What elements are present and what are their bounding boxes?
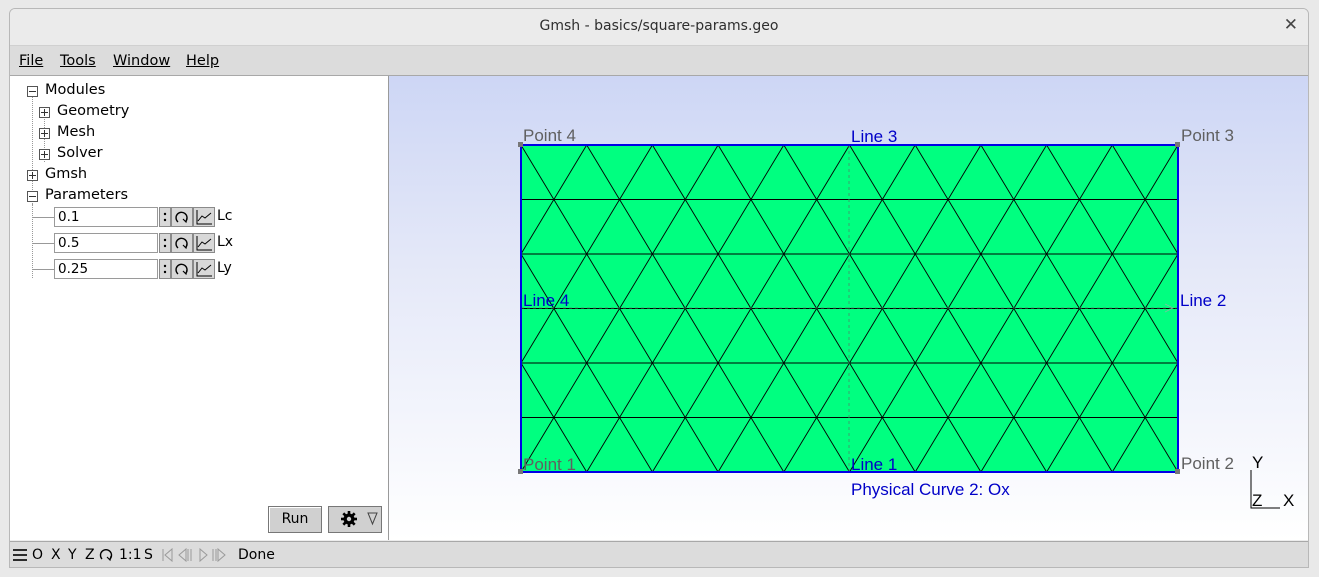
colon-icon bbox=[163, 238, 167, 248]
view-s-button[interactable]: S bbox=[144, 547, 153, 563]
graph-icon bbox=[196, 262, 212, 277]
tree-connector bbox=[32, 243, 54, 244]
label-physical-curve: Physical Curve 2: Ox bbox=[851, 480, 1010, 499]
loop-icon bbox=[175, 237, 188, 250]
menu-tools[interactable]: Tools bbox=[60, 53, 96, 69]
dropdown-arrow-icon bbox=[367, 512, 378, 526]
expand-icon[interactable] bbox=[27, 170, 38, 181]
axis-x-label: X bbox=[1283, 491, 1294, 510]
play-icon[interactable] bbox=[199, 547, 208, 563]
expand-icon[interactable] bbox=[39, 107, 50, 118]
run-options-graphic bbox=[341, 511, 378, 527]
view-y-button[interactable]: Y bbox=[68, 547, 77, 563]
param-lx-loop-button[interactable] bbox=[171, 233, 193, 253]
label-point4: Point 4 bbox=[523, 126, 576, 145]
window-title: Gmsh - basics/square-params.geo bbox=[539, 18, 779, 34]
menu-file[interactable]: File bbox=[19, 53, 43, 69]
expand-icon[interactable] bbox=[39, 149, 50, 160]
axes-indicator: Y Z X bbox=[1250, 453, 1294, 510]
tree-mesh[interactable]: Mesh bbox=[57, 124, 95, 140]
axis-y-label: Y bbox=[1252, 453, 1263, 472]
graphics-viewport[interactable]: Point 4 Point 3 Point 1 Point 2 Line 3 L… bbox=[389, 76, 1309, 540]
colon-icon bbox=[163, 212, 167, 222]
gmsh-window: Gmsh - basics/square-params.geo ✕ File T… bbox=[9, 8, 1309, 568]
status-message: Done bbox=[238, 547, 275, 563]
param-lc-input[interactable] bbox=[54, 207, 158, 227]
tree-gmsh[interactable]: Gmsh bbox=[45, 166, 87, 182]
graph-icon bbox=[196, 210, 212, 225]
param-lc-graph-button[interactable] bbox=[193, 207, 215, 227]
view-x-button[interactable]: X bbox=[51, 547, 61, 563]
module-tree-panel: Modules Geometry Mesh Solver Gmsh Parame… bbox=[10, 76, 389, 540]
playback-controls bbox=[162, 547, 226, 563]
label-point3: Point 3 bbox=[1181, 126, 1234, 145]
tree-modules[interactable]: Modules bbox=[45, 82, 105, 98]
param-lc-loop-button[interactable] bbox=[171, 207, 193, 227]
previous-step-icon[interactable] bbox=[178, 547, 192, 563]
param-lc-label: Lc bbox=[217, 208, 233, 224]
menu-window[interactable]: Window bbox=[113, 53, 170, 69]
next-step-icon[interactable] bbox=[212, 547, 226, 563]
run-button[interactable]: Run bbox=[268, 506, 322, 533]
mesh-canvas[interactable]: Point 4 Point 3 Point 1 Point 2 Line 3 L… bbox=[389, 76, 1309, 540]
colon-icon bbox=[163, 264, 167, 274]
param-lc-menu-button[interactable] bbox=[159, 207, 171, 227]
param-ly-input[interactable] bbox=[54, 259, 158, 279]
param-lx-input[interactable] bbox=[54, 233, 158, 253]
param-ly-menu-button[interactable] bbox=[159, 259, 171, 279]
label-line3: Line 3 bbox=[851, 127, 897, 146]
rotate-icon[interactable] bbox=[98, 546, 114, 564]
label-line1: Line 1 bbox=[851, 455, 897, 474]
param-ly-graph-button[interactable] bbox=[193, 259, 215, 279]
param-lx-label: Lx bbox=[217, 234, 234, 250]
menu-bar: File Tools Window Help bbox=[10, 46, 1308, 76]
label-line4: Line 4 bbox=[523, 291, 569, 310]
loop-icon bbox=[175, 211, 188, 224]
first-step-icon[interactable] bbox=[162, 547, 173, 563]
view-z-button[interactable]: Z bbox=[85, 547, 95, 563]
tree-geometry[interactable]: Geometry bbox=[57, 103, 129, 119]
param-lx-graph-button[interactable] bbox=[193, 233, 215, 253]
collapse-icon[interactable] bbox=[27, 86, 38, 97]
menu-help[interactable]: Help bbox=[186, 53, 219, 69]
tree-connector bbox=[32, 94, 33, 204]
axis-z-label: Z bbox=[1252, 491, 1262, 510]
expand-icon[interactable] bbox=[39, 128, 50, 139]
status-bar: O X Y Z 1:1 S Done bbox=[10, 541, 1308, 567]
label-point2: Point 2 bbox=[1181, 454, 1234, 473]
scale-button[interactable]: 1:1 bbox=[119, 547, 142, 563]
label-point1: Point 1 bbox=[523, 455, 576, 474]
param-ly-loop-button[interactable] bbox=[171, 259, 193, 279]
close-icon[interactable]: ✕ bbox=[1284, 15, 1298, 35]
loop-icon bbox=[175, 263, 188, 276]
tree-connector bbox=[32, 217, 54, 218]
tree-connector bbox=[32, 269, 54, 270]
gear-icon bbox=[341, 511, 357, 527]
tree-parameters[interactable]: Parameters bbox=[45, 187, 128, 203]
tree-solver[interactable]: Solver bbox=[57, 145, 103, 161]
hamburger-icon[interactable] bbox=[12, 548, 28, 562]
param-ly-label: Ly bbox=[217, 260, 232, 276]
collapse-icon[interactable] bbox=[27, 191, 38, 202]
tree-connector bbox=[32, 204, 33, 278]
label-line2: Line 2 bbox=[1180, 291, 1226, 310]
graph-icon bbox=[196, 236, 212, 251]
param-lx-menu-button[interactable] bbox=[159, 233, 171, 253]
title-bar: Gmsh - basics/square-params.geo ✕ bbox=[10, 9, 1308, 46]
run-options-button[interactable] bbox=[328, 506, 382, 533]
view-origin-button[interactable]: O bbox=[32, 547, 43, 563]
